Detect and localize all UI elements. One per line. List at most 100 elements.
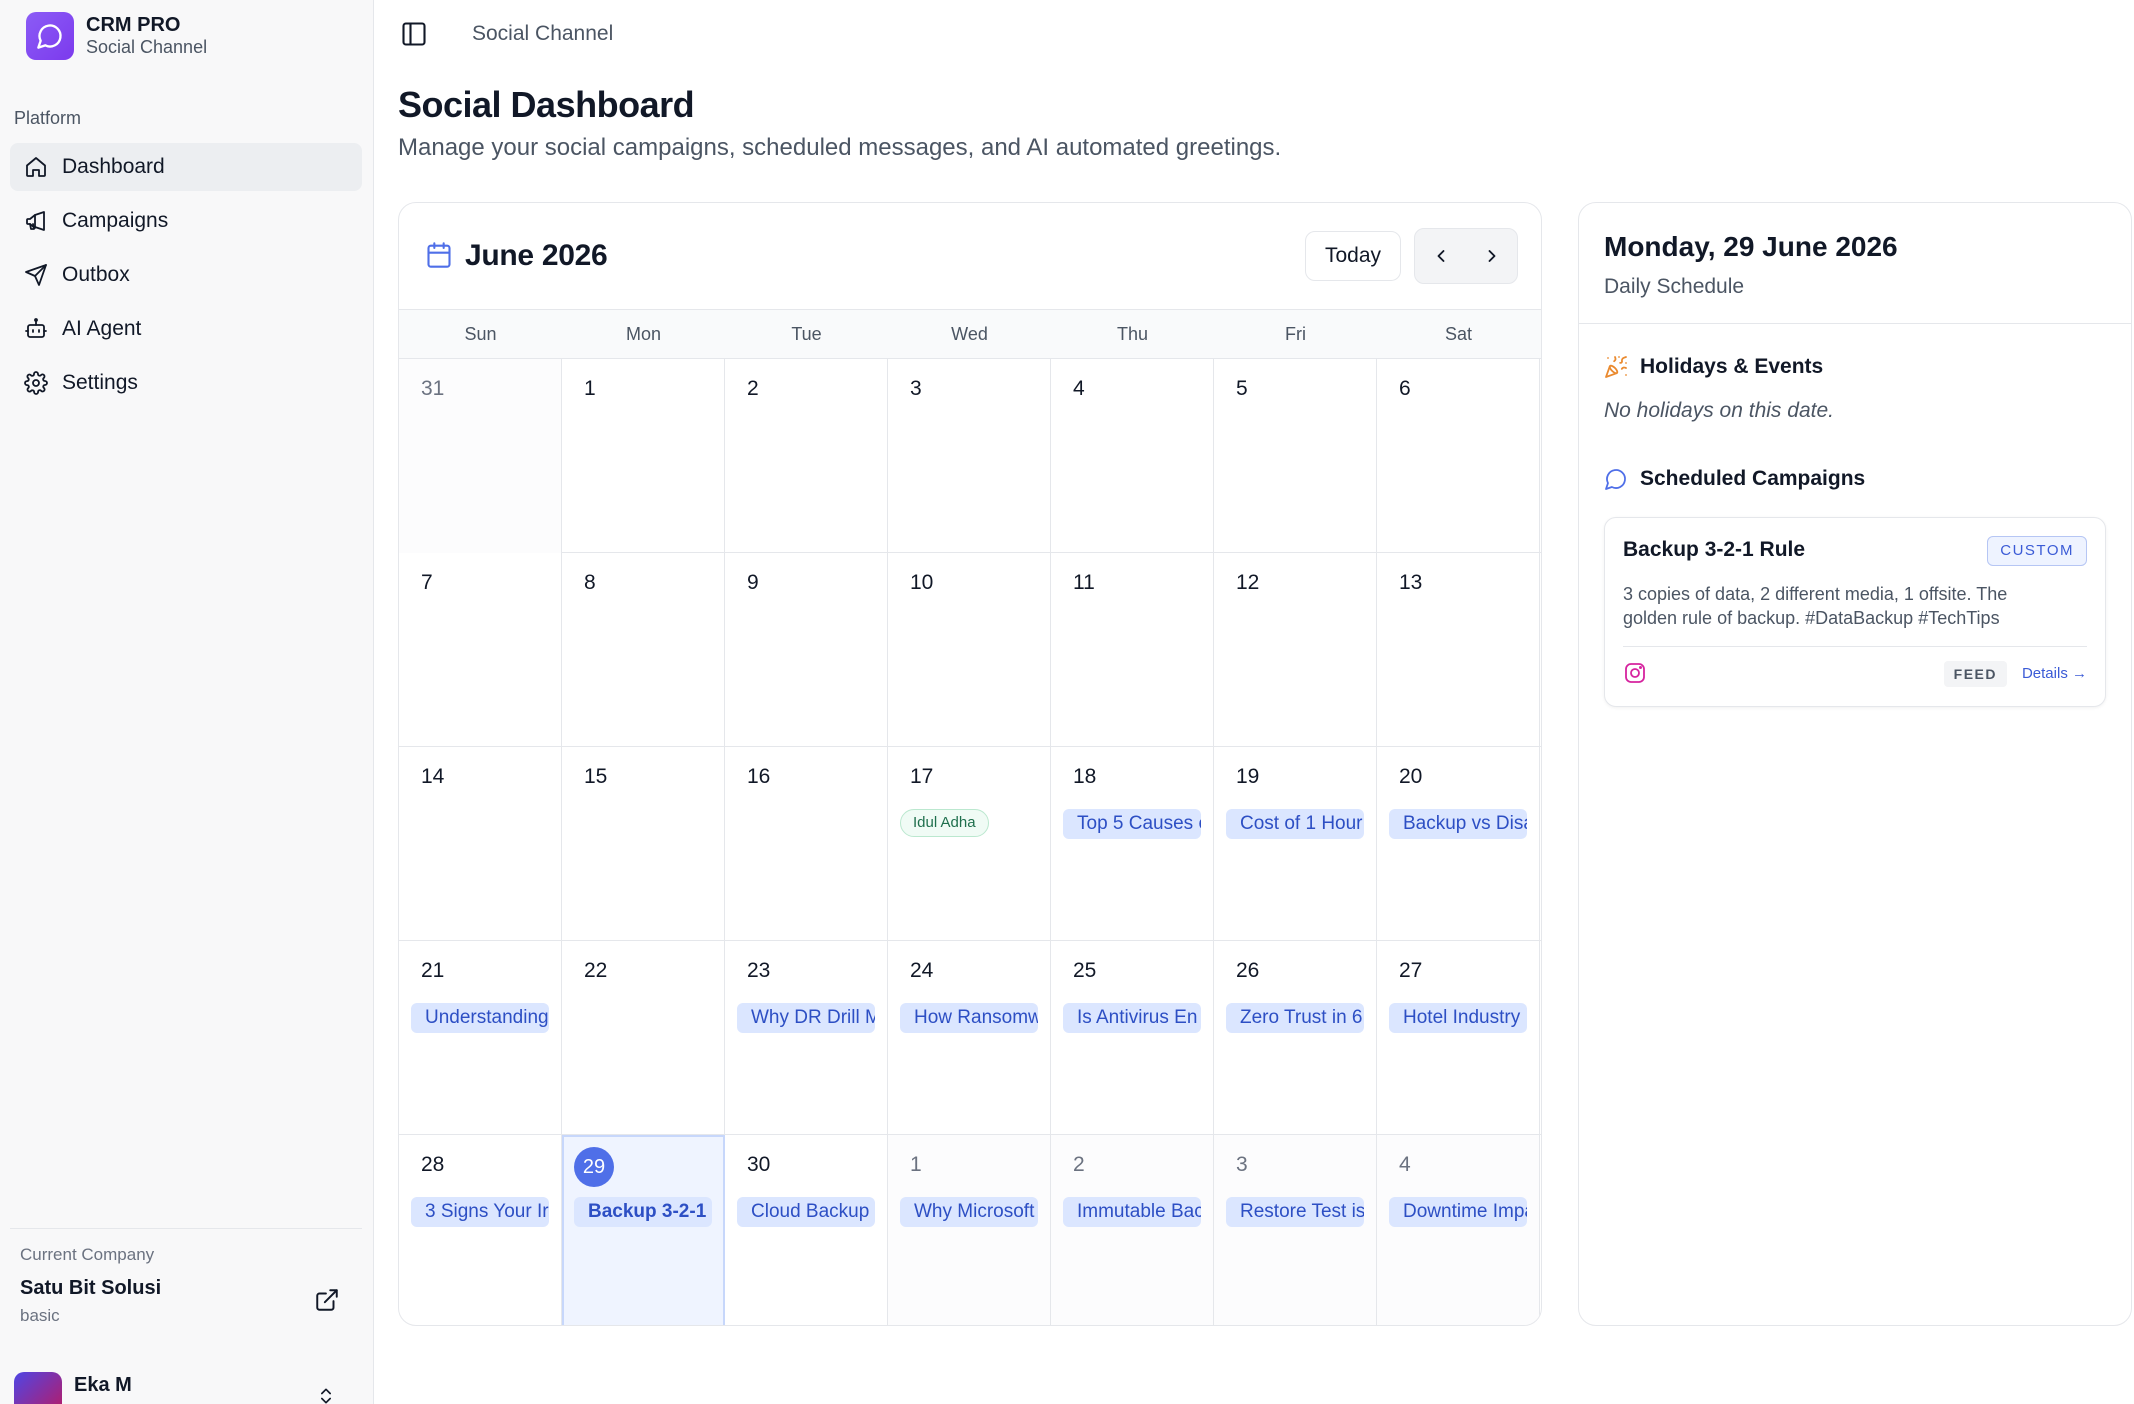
- calendar-event-pill[interactable]: Immutable Bac: [1063, 1197, 1201, 1227]
- selected-date: Monday, 29 June 2026: [1604, 231, 1898, 262]
- calendar-event-pill[interactable]: Cloud Backup: [737, 1197, 875, 1227]
- calendar-day-cell[interactable]: 13: [1377, 553, 1540, 747]
- sidebar-item-campaigns[interactable]: Campaigns: [10, 197, 362, 245]
- calendar-day-cell[interactable]: 25 Is Antivirus En: [1051, 941, 1214, 1135]
- calendar-day-cell[interactable]: 19 Cost of 1 Hour: [1214, 747, 1377, 941]
- next-month-button[interactable]: [1466, 229, 1517, 283]
- prev-month-button[interactable]: [1415, 229, 1466, 283]
- weekday-label: Wed: [951, 324, 988, 344]
- day-number: 4: [1399, 1153, 1411, 1176]
- campaign-card[interactable]: Backup 3-2-1 Rule CUSTOM 3 copies of dat…: [1604, 517, 2106, 707]
- calendar-day-cell[interactable]: 31: [399, 359, 562, 553]
- calendar-grid: 31 1 2 3 4 5 6 7 8 9 10 11 12 13 14 15 16 17 Idul Adha 18 To…: [399, 359, 1541, 1325]
- calendar-day-cell[interactable]: 2: [725, 359, 888, 553]
- month-nav: [1414, 228, 1518, 284]
- calendar-day-cell[interactable]: 10: [888, 553, 1051, 747]
- calendar-day-cell[interactable]: 12: [1214, 553, 1377, 747]
- calendar-day-cell[interactable]: 6: [1377, 359, 1540, 553]
- calendar-event-pill[interactable]: Is Antivirus En: [1063, 1003, 1201, 1033]
- sidebar-item-settings[interactable]: Settings: [10, 359, 362, 407]
- user-menu[interactable]: Eka M: [14, 1372, 354, 1404]
- campaigns-title: Scheduled Campaigns: [1640, 467, 1866, 490]
- calendar-event-pill[interactable]: Backup vs Disa: [1389, 809, 1527, 839]
- day-number: 14: [421, 765, 445, 788]
- calendar-day-cell[interactable]: 24 How Ransomw: [888, 941, 1051, 1135]
- bot-icon: [25, 318, 47, 338]
- calendar-day-cell[interactable]: 26 Zero Trust in 6: [1214, 941, 1377, 1135]
- weekday-label: Tue: [791, 324, 822, 344]
- calendar-day-cell[interactable]: 18 Top 5 Causes c: [1051, 747, 1214, 941]
- sidebar-item-label: AI Agent: [62, 317, 142, 340]
- daily-schedule-panel: Monday, 29 June 2026 Daily Schedule Holi…: [1578, 202, 2132, 1326]
- calendar-day-cell[interactable]: 15: [562, 747, 725, 941]
- calendar-day-cell[interactable]: 9: [725, 553, 888, 747]
- calendar-day-cell[interactable]: 21 Understanding: [399, 941, 562, 1135]
- calendar-day-cell[interactable]: 30 Cloud Backup: [725, 1135, 888, 1325]
- no-holidays-text: No holidays on this date.: [1604, 399, 1834, 422]
- calendar-event-pill[interactable]: How Ransomw: [900, 1003, 1038, 1033]
- sidebar-item-dashboard[interactable]: Dashboard: [10, 143, 362, 191]
- calendar-event-pill[interactable]: Top 5 Causes c: [1063, 809, 1201, 839]
- calendar-event-pill[interactable]: Backup 3-2-1: [574, 1197, 712, 1227]
- calendar-day-cell[interactable]: 20 Backup vs Disa: [1377, 747, 1540, 941]
- weekday-label: Sat: [1444, 324, 1473, 344]
- campaigns-section-header: Scheduled Campaigns: [1604, 467, 1865, 491]
- calendar-day-cell[interactable]: 3: [888, 359, 1051, 553]
- calendar-day-cell[interactable]: 4: [1051, 359, 1214, 553]
- calendar-event-pill[interactable]: Why Microsoft: [900, 1197, 1038, 1227]
- calendar-day-cell[interactable]: 16: [725, 747, 888, 941]
- chevron-left-icon: [1437, 250, 1444, 262]
- today-button[interactable]: Today: [1305, 231, 1401, 281]
- breadcrumb[interactable]: Social Channel: [472, 22, 613, 46]
- sidebar-item-ai-agent[interactable]: AI Agent: [10, 305, 362, 353]
- calendar-day-cell[interactable]: 1 Why Microsoft: [888, 1135, 1051, 1325]
- day-number: 5: [1236, 377, 1248, 400]
- calendar-day-cell[interactable]: 1: [562, 359, 725, 553]
- day-number: 28: [421, 1153, 445, 1176]
- calendar-day-cell[interactable]: 11: [1051, 553, 1214, 747]
- day-number: 31: [421, 377, 445, 400]
- holiday-badge: Idul Adha: [900, 809, 989, 837]
- external-link-icon[interactable]: [314, 1287, 340, 1313]
- day-number: 25: [1073, 959, 1097, 982]
- panel-subtitle: Daily Schedule: [1604, 275, 1745, 298]
- calendar-day-cell-selected[interactable]: 29 Backup 3-2-1: [562, 1135, 725, 1325]
- day-number: 30: [747, 1153, 771, 1176]
- calendar-event-pill[interactable]: Restore Test is: [1226, 1197, 1364, 1227]
- calendar-event-pill[interactable]: Zero Trust in 6: [1226, 1003, 1364, 1033]
- calendar-day-cell[interactable]: 4 Downtime Impa: [1377, 1135, 1540, 1325]
- brand[interactable]: CRM PRO Social Channel: [26, 12, 207, 60]
- details-link[interactable]: Details →: [2022, 665, 2087, 682]
- calendar-event-pill[interactable]: Hotel Industry: [1389, 1003, 1527, 1033]
- calendar-day-cell[interactable]: 28 3 Signs Your Ir: [399, 1135, 562, 1325]
- calendar-day-cell[interactable]: 17 Idul Adha: [888, 747, 1051, 941]
- calendar-header: June 2026 Today: [399, 203, 1541, 309]
- day-number: 19: [1236, 765, 1260, 788]
- chevron-right-icon: [1488, 250, 1495, 262]
- calendar-event-pill[interactable]: Downtime Impa: [1389, 1197, 1527, 1227]
- calendar-event-pill[interactable]: Cost of 1 Hour: [1226, 809, 1364, 839]
- calendar-day-cell[interactable]: 22: [562, 941, 725, 1135]
- sidebar-toggle-icon[interactable]: [400, 20, 428, 48]
- day-number: 16: [747, 765, 771, 788]
- calendar-day-cell[interactable]: 2 Immutable Bac: [1051, 1135, 1214, 1325]
- calendar-day-cell[interactable]: 5: [1214, 359, 1377, 553]
- calendar-day-cell[interactable]: 7: [399, 553, 562, 747]
- weekday-label: Fri: [1285, 324, 1306, 344]
- page-title: Social Dashboard: [398, 84, 695, 125]
- calendar-day-cell[interactable]: 3 Restore Test is: [1214, 1135, 1377, 1325]
- calendar-event-pill[interactable]: Understanding: [411, 1003, 549, 1033]
- day-number: 4: [1073, 377, 1085, 400]
- calendar-event-pill[interactable]: Why DR Drill M: [737, 1003, 875, 1033]
- calendar-day-cell[interactable]: 23 Why DR Drill M: [725, 941, 888, 1135]
- weekday-label: Thu: [1116, 324, 1149, 344]
- calendar-day-cell[interactable]: 8: [562, 553, 725, 747]
- calendar-day-cell[interactable]: 27 Hotel Industry: [1377, 941, 1540, 1135]
- day-number: 2: [747, 377, 759, 400]
- sidebar-item-outbox[interactable]: Outbox: [10, 251, 362, 299]
- party-popper-icon: [1605, 356, 1627, 378]
- calendar-event-pill[interactable]: 3 Signs Your Ir: [411, 1197, 549, 1227]
- calendar-day-cell[interactable]: 14: [399, 747, 562, 941]
- day-number: 2: [1073, 1153, 1085, 1176]
- calendar-week-row: 14 15 16 17 Idul Adha 18 Top 5 Causes c 19 Cost …: [399, 747, 1541, 941]
